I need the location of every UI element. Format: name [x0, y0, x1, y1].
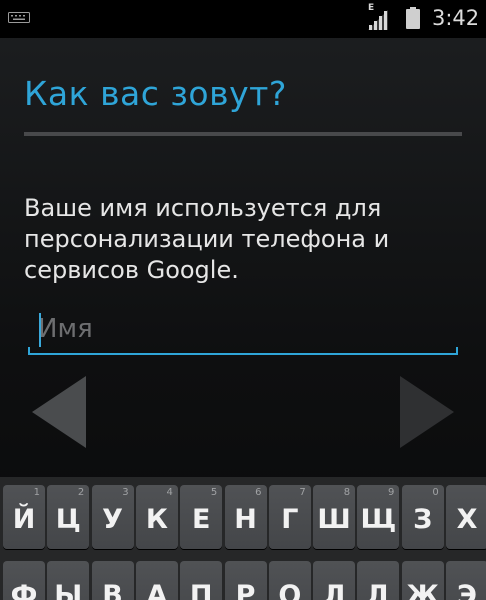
key[interactable]: П: [180, 561, 223, 600]
key[interactable]: Р: [224, 561, 267, 600]
triangle-right-icon: [400, 376, 454, 448]
key-label: Н: [234, 504, 257, 535]
key-hint: 6: [255, 487, 262, 498]
key-label: Э: [457, 580, 477, 600]
name-field[interactable]: [28, 303, 458, 355]
key-hint: 7: [299, 487, 306, 498]
key-label: Ф: [10, 580, 38, 600]
key-label: Ц: [55, 504, 81, 535]
key[interactable]: Д: [357, 561, 400, 600]
name-input[interactable]: [38, 309, 438, 349]
battery-icon: [406, 7, 420, 29]
key-label: Ш: [317, 504, 351, 535]
key[interactable]: Ц2: [47, 485, 90, 549]
key[interactable]: Й1: [3, 485, 45, 549]
key[interactable]: Ы: [47, 561, 90, 600]
key[interactable]: Е5: [180, 485, 223, 549]
key-label: Л: [322, 580, 346, 600]
back-button[interactable]: [30, 374, 90, 450]
key-label: Ы: [54, 580, 83, 600]
key[interactable]: Х: [446, 485, 486, 549]
setup-screen: E 3:42 Как вас зовут? Ваше имя используе…: [0, 0, 486, 600]
key-label: О: [278, 580, 302, 600]
key[interactable]: К4: [135, 485, 178, 549]
description-text: Ваше имя используется для персонализации…: [24, 194, 390, 284]
triangle-left-icon: [32, 376, 86, 448]
key[interactable]: У3: [91, 485, 134, 549]
page-title: Как вас зовут?: [24, 74, 287, 113]
text-cursor: [39, 313, 41, 347]
key-label: Щ: [360, 504, 397, 535]
status-bar: E 3:42: [0, 0, 486, 38]
key-label: Г: [281, 504, 299, 535]
title-divider: [24, 132, 462, 136]
key-label: В: [102, 580, 123, 600]
key-label: Х: [456, 504, 478, 535]
key-label: П: [189, 580, 213, 600]
key-hint: 1: [33, 487, 40, 498]
key[interactable]: Г7: [268, 485, 311, 549]
key-label: З: [413, 504, 433, 535]
key[interactable]: Ф: [3, 561, 45, 600]
key[interactable]: Н6: [224, 485, 267, 549]
key-hint: 4: [166, 487, 173, 498]
keyboard-icon: [8, 12, 30, 23]
key-label: Д: [366, 580, 391, 600]
key[interactable]: Э: [446, 561, 486, 600]
key-hint: 9: [388, 487, 395, 498]
next-button[interactable]: [396, 374, 456, 450]
key[interactable]: Ж: [401, 561, 444, 600]
key[interactable]: А: [135, 561, 178, 600]
key-hint: 5: [210, 487, 218, 498]
key[interactable]: З0: [401, 485, 444, 549]
key-label: К: [145, 504, 168, 535]
key-label: У: [102, 504, 123, 535]
key[interactable]: Ш8: [313, 485, 356, 549]
key-hint: 3: [122, 487, 129, 498]
key[interactable]: Л: [313, 561, 356, 600]
onscreen-keyboard: Й1Ц2У3К4Е5Н6Г7Ш8Щ9З0ХФЫВАПРОЛДЖЭ: [0, 477, 486, 600]
key[interactable]: Щ9: [357, 485, 400, 549]
key-label: А: [146, 580, 168, 600]
key-label: Е: [191, 504, 211, 535]
key[interactable]: О: [268, 561, 311, 600]
key-hint: 8: [343, 487, 351, 498]
key-hint: 2: [77, 487, 85, 498]
key-hint: 0: [432, 487, 439, 498]
key[interactable]: В: [91, 561, 134, 600]
name-field-underline: [28, 347, 458, 355]
key-label: Й: [12, 504, 36, 535]
signal-icon: [368, 10, 388, 30]
key-label: Р: [235, 580, 256, 600]
key-label: Ж: [406, 580, 440, 600]
status-time: 3:42: [432, 6, 480, 30]
